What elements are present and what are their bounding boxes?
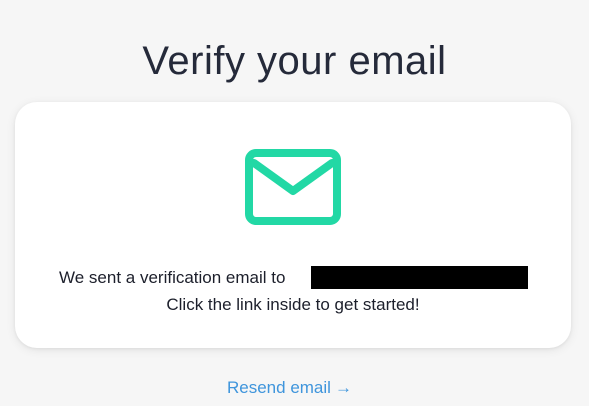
- instruction-message: Click the link inside to get started!: [166, 295, 420, 314]
- redacted-email: [311, 266, 528, 289]
- resend-email-label: Resend email: [227, 378, 331, 397]
- page-title: Verify your email: [142, 38, 447, 83]
- envelope-icon: [245, 149, 341, 225]
- verification-card: We sent a verification email to Click th…: [15, 102, 571, 348]
- resend-email-link[interactable]: Resend email →: [227, 376, 352, 400]
- verification-message: We sent a verification email to: [59, 268, 286, 287]
- arrow-right-icon: →: [334, 378, 352, 397]
